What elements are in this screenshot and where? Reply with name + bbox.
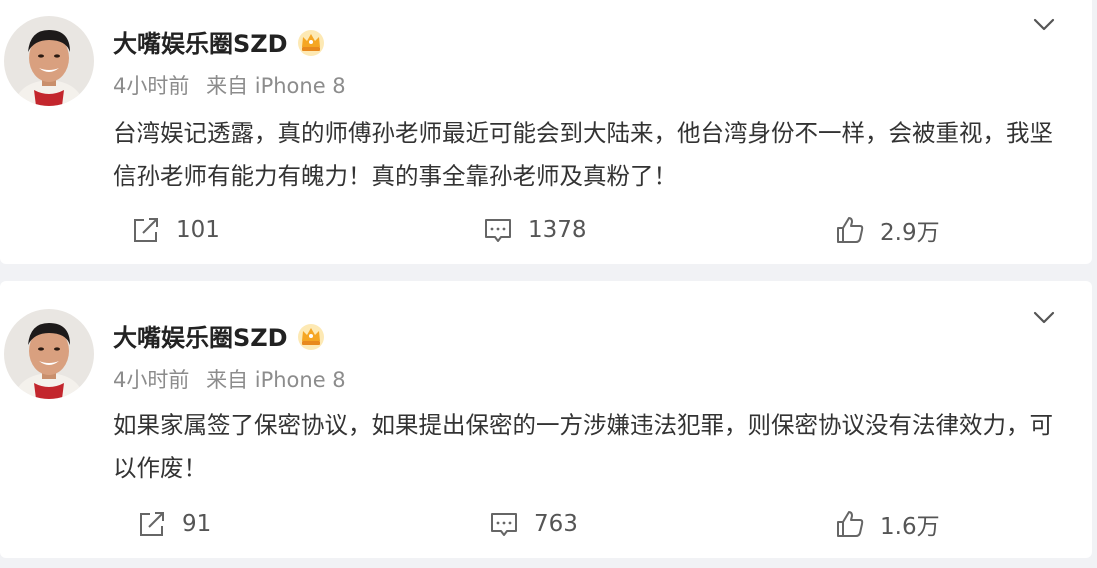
author-name[interactable]: 大嘴娱乐圈SZD: [113, 24, 326, 59]
repost-button[interactable]: 91: [136, 504, 211, 544]
comment-count: 1378: [528, 217, 587, 243]
crown-badge-icon: [297, 29, 324, 56]
post-meta: 4小时前 来自 iPhone 8: [113, 364, 346, 394]
repost-icon: [140, 512, 164, 536]
avatar[interactable]: [4, 16, 94, 106]
repost-count: 91: [182, 511, 212, 537]
like-count: 1.6万: [880, 514, 940, 540]
post-text: 台湾娱记透露，真的师傅孙老师最近可能会到大陆来，他台湾身份不一样，会被重视，我坚…: [113, 119, 1053, 190]
post-source: 来自 iPhone 8: [206, 368, 346, 392]
repost-button[interactable]: 101: [130, 210, 220, 250]
comment-button[interactable]: 763: [488, 504, 578, 544]
avatar[interactable]: [4, 309, 94, 399]
comment-icon: [491, 513, 517, 536]
post-time[interactable]: 4小时前: [113, 368, 189, 392]
repost-count: 101: [176, 217, 220, 243]
post-meta: 4小时前 来自 iPhone 8: [113, 70, 346, 100]
chevron-down-icon[interactable]: [1030, 10, 1058, 38]
post-actions: 91 763 1.6万: [0, 504, 1092, 544]
like-button[interactable]: 1.6万: [834, 504, 940, 544]
crown-badge-icon: [297, 323, 324, 350]
thumbs-up-icon: [837, 511, 864, 537]
author-name[interactable]: 大嘴娱乐圈SZD: [113, 318, 326, 353]
like-count: 2.9万: [880, 220, 940, 246]
chevron-down-icon[interactable]: [1030, 303, 1058, 331]
post-text: 如果家属签了保密协议，如果提出保密的一方涉嫌违法犯罪，则保密协议没有法律效力，可…: [113, 411, 1053, 482]
post-time[interactable]: 4小时前: [113, 74, 189, 98]
comment-icon: [485, 219, 511, 242]
post-actions: 101 1378 2.9万: [0, 210, 1092, 250]
comment-button[interactable]: 1378: [482, 210, 587, 250]
repost-icon: [134, 218, 158, 242]
author-name-text[interactable]: 大嘴娱乐圈SZD: [113, 318, 288, 353]
post-card: 大嘴娱乐圈SZD 4小时前 来自 iPhone 8 台湾娱记透露，真的师傅孙老师…: [0, 0, 1092, 264]
comment-count: 763: [534, 511, 578, 537]
author-name-text[interactable]: 大嘴娱乐圈SZD: [113, 24, 288, 59]
thumbs-up-icon: [837, 217, 864, 243]
post-card: 大嘴娱乐圈SZD 4小时前 来自 iPhone 8 如果家属签了保密协议，如果提…: [0, 281, 1092, 558]
post-source: 来自 iPhone 8: [206, 74, 346, 98]
like-button[interactable]: 2.9万: [834, 210, 940, 250]
